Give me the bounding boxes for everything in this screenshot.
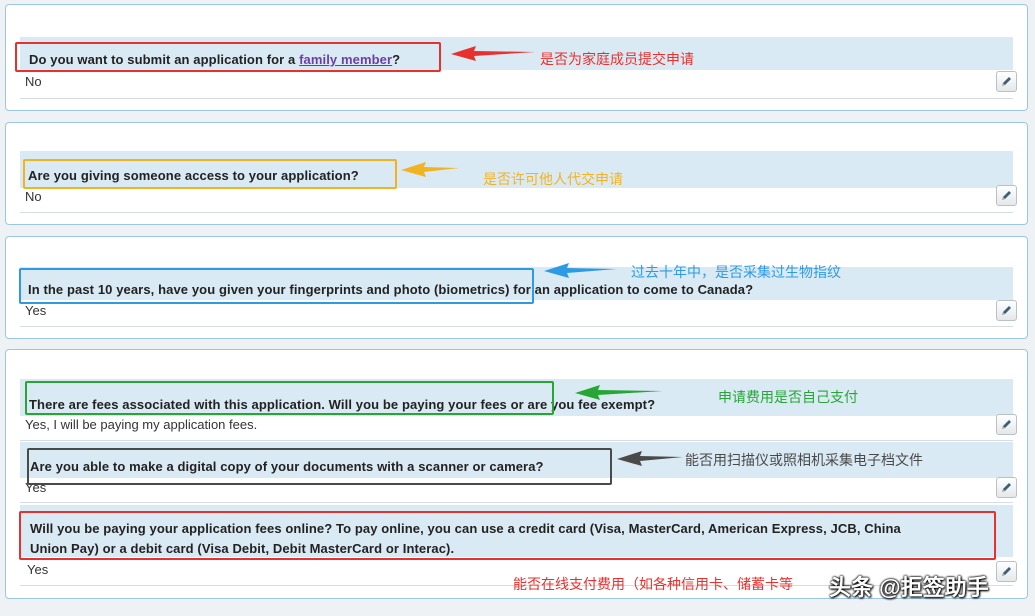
note-digital-copy: 能否用扫描仪或照相机采集电子档文件 — [685, 452, 923, 468]
note-family: 是否为家庭成员提交申请 — [540, 51, 694, 67]
arrow-icon — [575, 385, 663, 400]
watermark: 头条 @拒签助手 — [829, 575, 989, 600]
note-biometrics: 过去十年中，是否采集过生物指纹 — [631, 264, 841, 280]
arrow-icon — [451, 46, 535, 61]
arrow-icon — [617, 451, 683, 466]
arrow-icon — [544, 263, 617, 278]
note-fees: 申请费用是否自己支付 — [718, 389, 858, 405]
note-pay-online: 能否在线支付费用（如各种信用卡、储蓄卡等 — [513, 576, 793, 592]
annotation-arrows — [401, 46, 683, 466]
arrow-icon — [401, 162, 459, 177]
note-access: 是否许可他人代交申请 — [483, 171, 623, 187]
